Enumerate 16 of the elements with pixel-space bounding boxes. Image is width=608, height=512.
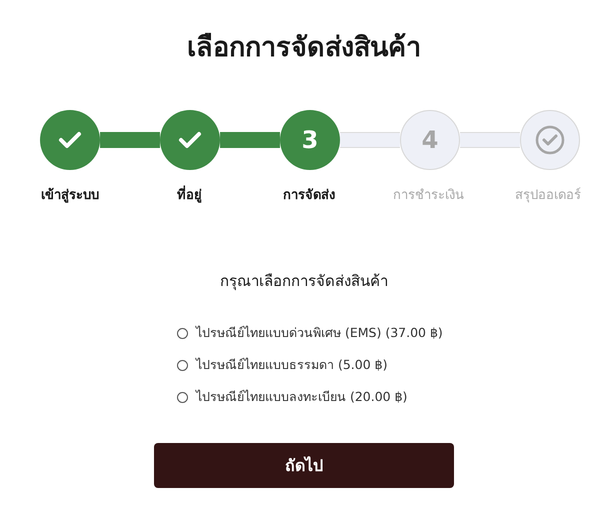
radio-button[interactable]: [177, 328, 188, 338]
step-label: สรุปออเดอร์: [514, 186, 582, 205]
radio-button[interactable]: [177, 392, 188, 402]
step-label: การชำระเงิน: [392, 187, 466, 205]
shipping-option[interactable]: ไปรษณีย์ไทยแบบธรรมดา (5.00 ฿): [196, 355, 388, 375]
shipping-option[interactable]: ไปรษณีย์ไทยแบบด่วนพิเศษ (EMS) (37.00 ฿): [196, 323, 443, 343]
step-label: เข้าสู่ระบบ: [40, 186, 100, 205]
step-label: การจัดส่ง: [282, 187, 336, 205]
shipping-prompt: กรุณาเลือกการจัดส่งสินค้า: [219, 271, 389, 292]
step-label: ที่อยู่: [130, 184, 250, 205]
radio-button[interactable]: [177, 360, 188, 370]
step-number: 4: [400, 110, 460, 170]
shipping-option[interactable]: ไปรษณีย์ไทยแบบลงทะเบียน (20.00 ฿): [196, 387, 408, 407]
page-title: เลือกการจัดส่งสินค้า: [186, 31, 422, 65]
step-number: 3: [280, 110, 340, 170]
next-button[interactable]: ถัดไป: [154, 443, 454, 488]
